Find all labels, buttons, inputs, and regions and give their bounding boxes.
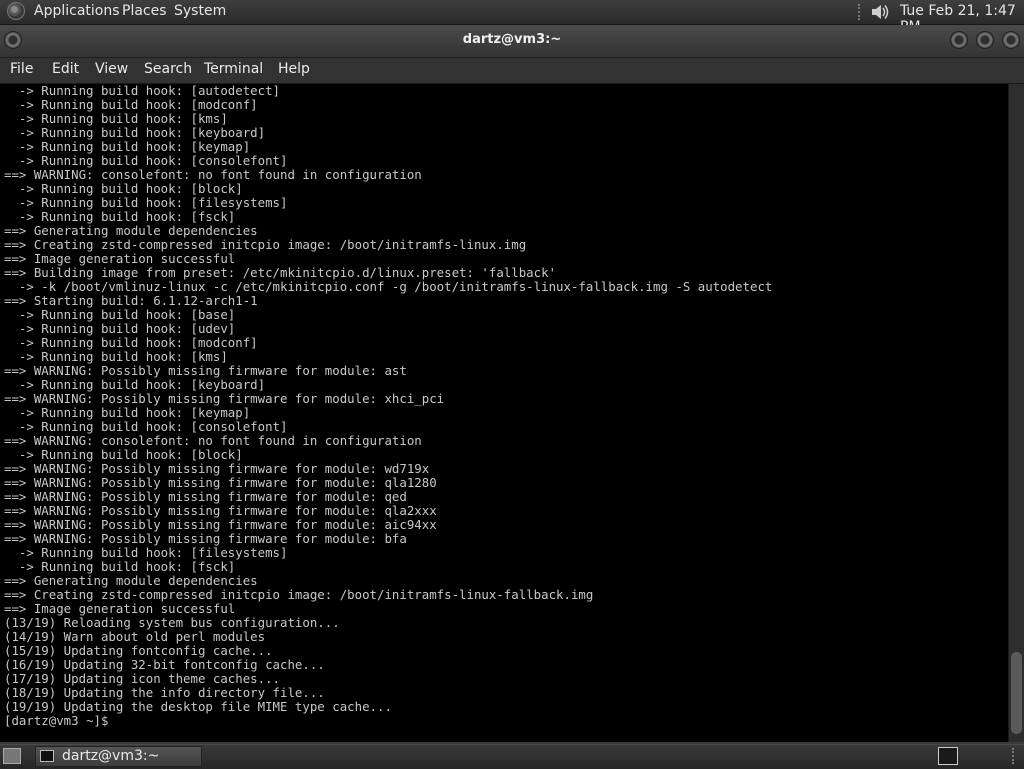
menu-file[interactable]: File	[10, 61, 33, 77]
panel-separator	[1012, 748, 1017, 764]
bottom-panel: dartz@vm3:~	[0, 744, 1024, 769]
menu-applications[interactable]: Applications	[34, 3, 120, 19]
terminal-line: -> Running build hook: [autodetect]	[4, 84, 281, 98]
terminal-scrollbar[interactable]	[1008, 84, 1024, 742]
terminal-line: ==> WARNING: Possibly missing firmware f…	[4, 475, 437, 490]
terminal-icon	[40, 750, 54, 762]
terminal-line: -> Running build hook: [keymap]	[4, 139, 251, 154]
terminal-line: ==> WARNING: Possibly missing firmware f…	[4, 503, 437, 518]
maximize-icon[interactable]	[976, 31, 994, 49]
terminal-line: -> Running build hook: [kms]	[4, 111, 228, 126]
terminal-line: -> Running build hook: [udev]	[4, 321, 236, 336]
terminal-line: -> Running build hook: [kms]	[4, 349, 228, 364]
terminal-line: (14/19) Warn about old perl modules	[4, 629, 266, 644]
terminal-line: (15/19) Updating fontconfig cache...	[4, 643, 273, 658]
terminal-line: -> Running build hook: [keymap]	[4, 405, 251, 420]
terminal-line: ==> WARNING: Possibly missing firmware f…	[4, 531, 407, 546]
window-titlebar[interactable]: dartz@vm3:~	[0, 25, 1024, 58]
terminal-line: -> Running build hook: [base]	[4, 307, 236, 322]
terminal-line: -> Running build hook: [keyboard]	[4, 125, 266, 140]
menu-help[interactable]: Help	[278, 61, 310, 77]
terminal-line: -> Running build hook: [block]	[4, 447, 243, 462]
terminal-line: (16/19) Updating 32-bit fontconfig cache…	[4, 657, 325, 672]
terminal-line: -> Running build hook: [keyboard]	[4, 377, 266, 392]
terminal-line: ==> Image generation successful	[4, 601, 236, 616]
menu-edit[interactable]: Edit	[52, 61, 79, 77]
terminal-line: ==> Creating zstd-compressed initcpio im…	[4, 237, 527, 252]
scrollbar-thumb[interactable]	[1011, 652, 1022, 734]
terminal-line: ==> WARNING: Possibly missing firmware f…	[4, 489, 407, 504]
terminal-line: ==> Creating zstd-compressed initcpio im…	[4, 587, 594, 602]
terminal-line: ==> WARNING: Possibly missing firmware f…	[4, 363, 407, 378]
menu-places[interactable]: Places	[122, 3, 167, 19]
terminal-line: (17/19) Updating icon theme caches...	[4, 671, 281, 686]
terminal-tray-icon[interactable]	[938, 747, 958, 765]
window-title: dartz@vm3:~	[462, 32, 562, 47]
terminal-line: ==> Generating module dependencies	[4, 223, 258, 238]
menu-view[interactable]: View	[95, 61, 128, 77]
terminal-line: ==> Starting build: 6.1.12-arch1-1	[4, 293, 258, 308]
terminal-line: -> Running build hook: [block]	[4, 181, 243, 196]
terminal-line: -> Running build hook: [consolefont]	[4, 153, 288, 168]
terminal-line: -> -k /boot/vmlinuz-linux -c /etc/mkinit…	[4, 279, 773, 294]
taskbar-label: dartz@vm3:~	[62, 748, 160, 764]
menu-search[interactable]: Search	[144, 61, 192, 77]
terminal-line: ==> Building image from preset: /etc/mki…	[4, 265, 557, 280]
terminal-line: -> Running build hook: [fsck]	[4, 209, 236, 224]
terminal-line: ==> WARNING: consolefont: no font found …	[4, 433, 422, 448]
shell-prompt: [dartz@vm3 ~]$	[4, 713, 116, 728]
top-panel: Applications Places System Tue Feb 21, 1…	[0, 0, 1024, 35]
menu-system[interactable]: System	[174, 3, 226, 19]
close-icon[interactable]	[1002, 31, 1020, 49]
terminal-menubar: File Edit View Search Terminal Help	[0, 58, 1024, 83]
terminal-line: -> Running build hook: [fsck]	[4, 559, 236, 574]
terminal-line: ==> WARNING: consolefont: no font found …	[4, 167, 422, 182]
terminal-line: ==> WARNING: Possibly missing firmware f…	[4, 461, 430, 476]
terminal-line: (19/19) Updating the desktop file MIME t…	[4, 699, 392, 714]
terminal-line: ==> WARNING: Possibly missing firmware f…	[4, 517, 437, 532]
terminal-output[interactable]: -> Running build hook: [autodetect] -> R…	[0, 84, 1008, 742]
terminal-line: -> Running build hook: [consolefont]	[4, 419, 288, 434]
distro-logo-icon[interactable]	[7, 2, 25, 20]
speaker-icon[interactable]	[869, 2, 891, 22]
terminal-line: (18/19) Updating the info directory file…	[4, 685, 325, 700]
menu-terminal[interactable]: Terminal	[204, 61, 263, 77]
minimize-icon[interactable]	[950, 31, 968, 49]
panel-separator	[858, 4, 864, 20]
terminal-line: -> Running build hook: [modconf]	[4, 335, 258, 350]
terminal-line: -> Running build hook: [filesystems]	[4, 545, 288, 560]
terminal-line: ==> Image generation successful	[4, 251, 236, 266]
terminal-line: -> Running build hook: [filesystems]	[4, 195, 288, 210]
terminal-line: -> Running build hook: [modconf]	[4, 97, 258, 112]
terminal-line: (13/19) Reloading system bus configurati…	[4, 615, 340, 630]
terminal-line: ==> WARNING: Possibly missing firmware f…	[4, 391, 445, 406]
taskbar-button-terminal[interactable]: dartz@vm3:~	[35, 746, 202, 767]
terminal-line: ==> Generating module dependencies	[4, 573, 258, 588]
show-desktop-icon[interactable]	[3, 748, 21, 764]
